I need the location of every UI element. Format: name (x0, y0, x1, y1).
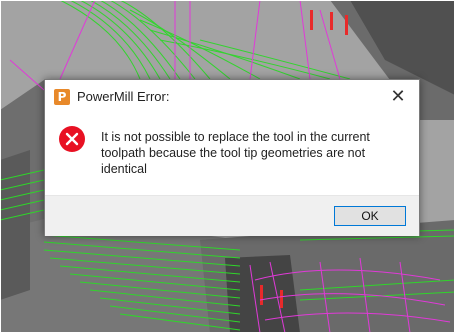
dialog-body: It is not possible to replace the tool i… (45, 114, 419, 195)
dialog-title: PowerMill Error: (77, 89, 170, 104)
dialog-titlebar[interactable]: P PowerMill Error: ✕ (45, 80, 419, 114)
dialog-footer: OK (45, 195, 419, 236)
close-button[interactable]: ✕ (385, 85, 411, 109)
powermill-logo-icon: P (54, 89, 70, 105)
error-dialog: P PowerMill Error: ✕ It is not possible … (44, 79, 420, 236)
ok-button[interactable]: OK (334, 206, 406, 226)
error-message: It is not possible to replace the tool i… (101, 130, 370, 176)
error-x-icon (59, 126, 85, 152)
